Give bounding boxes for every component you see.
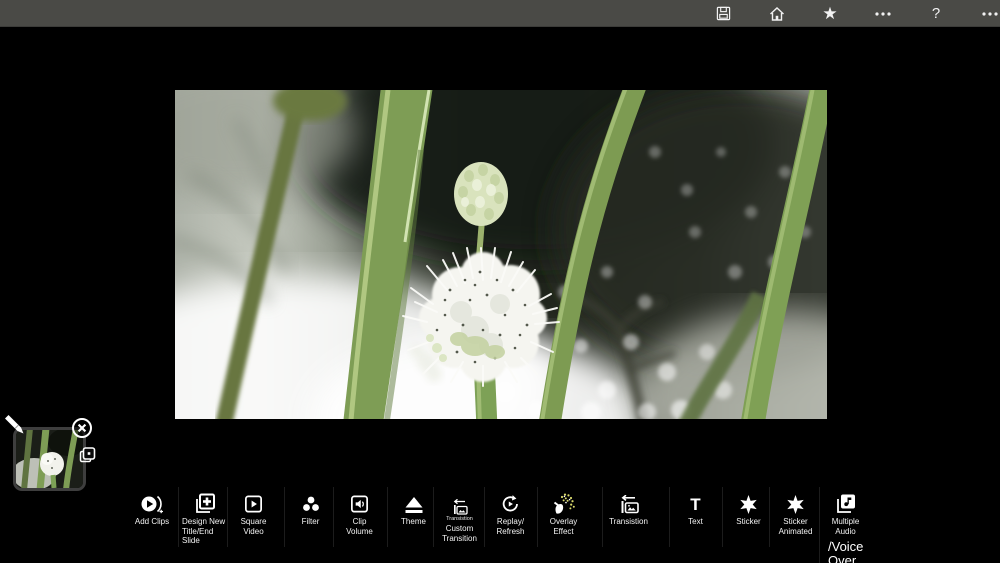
tool-label: Multiple Audio [832,517,860,536]
save-icon [716,6,731,21]
tool-overlay-effect[interactable]: Overlay Effect [537,487,589,547]
edit-clip-button[interactable] [4,414,26,436]
tool-transistion[interactable]: Transistion [602,487,654,547]
tool-label: Overlay Effect [550,517,578,536]
tool-multiple-audio-voice-over[interactable]: Multiple Audio /Voice Over [819,487,871,563]
transition-small-icon [451,499,468,515]
tool-label: Custom Transition [442,524,477,543]
tool-theme[interactable]: Theme [387,487,439,547]
video-frame-image [175,90,827,419]
app-window: ★ ? [0,0,1000,563]
tool-square-video[interactable]: Square Video [227,487,279,547]
tool-label: Sticker [736,517,760,527]
tool-sticker[interactable]: Sticker [722,487,774,547]
tool-text[interactable]: T Text [669,487,721,547]
remove-clip-button[interactable] [71,417,93,439]
tool-label: Design New Title/End Slide [179,517,225,546]
ellipsis-icon [874,11,892,17]
more-options-left-button[interactable] [866,0,900,27]
help-button[interactable]: ? [919,0,953,27]
tool-clip-volume[interactable]: Clip Volume [333,487,385,547]
magic-sparkle-icon [552,492,576,515]
tool-design-new-title-end-slide[interactable]: Design New Title/End Slide [178,487,230,547]
voice-over-label: /Voice Over [820,540,863,563]
question-icon: ? [932,5,940,22]
new-slide-icon [194,493,216,515]
tool-label: Add Clips [135,517,169,527]
ellipsis-icon [981,11,999,17]
tool-sticker-animated[interactable]: Sticker Animated [769,487,821,547]
tool-label: Text [688,517,703,527]
editing-toolbar: Add Clips Design New Title/End Slide Squ… [0,487,1000,563]
video-preview [175,90,827,419]
sticker-star-icon [785,494,806,515]
clip-volume-icon [349,494,370,515]
tool-label: Sticker Animated [779,517,813,536]
top-bar: ★ ? [0,0,1000,27]
home-button[interactable] [760,0,794,27]
pencil-icon [5,415,24,434]
tool-add-clips[interactable]: Add Clips [126,487,178,547]
close-icon [73,419,91,437]
tool-label: Replay/ Refresh [496,517,524,536]
star-icon: ★ [822,0,837,27]
copy-icon [81,448,95,462]
favorite-button[interactable]: ★ [813,0,847,27]
tool-icon-caption: Transistion [446,516,473,522]
tool-label: Transistion [609,517,648,527]
tool-custom-transition[interactable]: Transistion Custom Transition [433,487,485,547]
add-clips-icon [140,494,164,515]
save-button[interactable] [706,0,740,27]
sticker-star-icon [738,494,759,515]
square-video-icon [243,494,264,515]
more-options-right-button[interactable] [973,0,1000,27]
replay-icon [500,494,521,515]
tool-replay-refresh[interactable]: Replay/ Refresh [484,487,536,547]
theme-eject-icon [403,495,425,515]
tool-label: Clip Volume [346,517,373,536]
transition-icon [618,495,640,515]
multiple-audio-icon [835,493,857,515]
tool-label: Square Video [241,517,267,536]
tool-label: Filter [302,517,320,527]
home-icon [769,6,785,22]
filter-dots-icon [300,495,322,515]
text-t-icon: T [690,495,700,515]
duplicate-clip-button[interactable] [79,446,96,464]
tool-label: Theme [401,517,426,527]
tool-filter[interactable]: Filter [284,487,336,547]
